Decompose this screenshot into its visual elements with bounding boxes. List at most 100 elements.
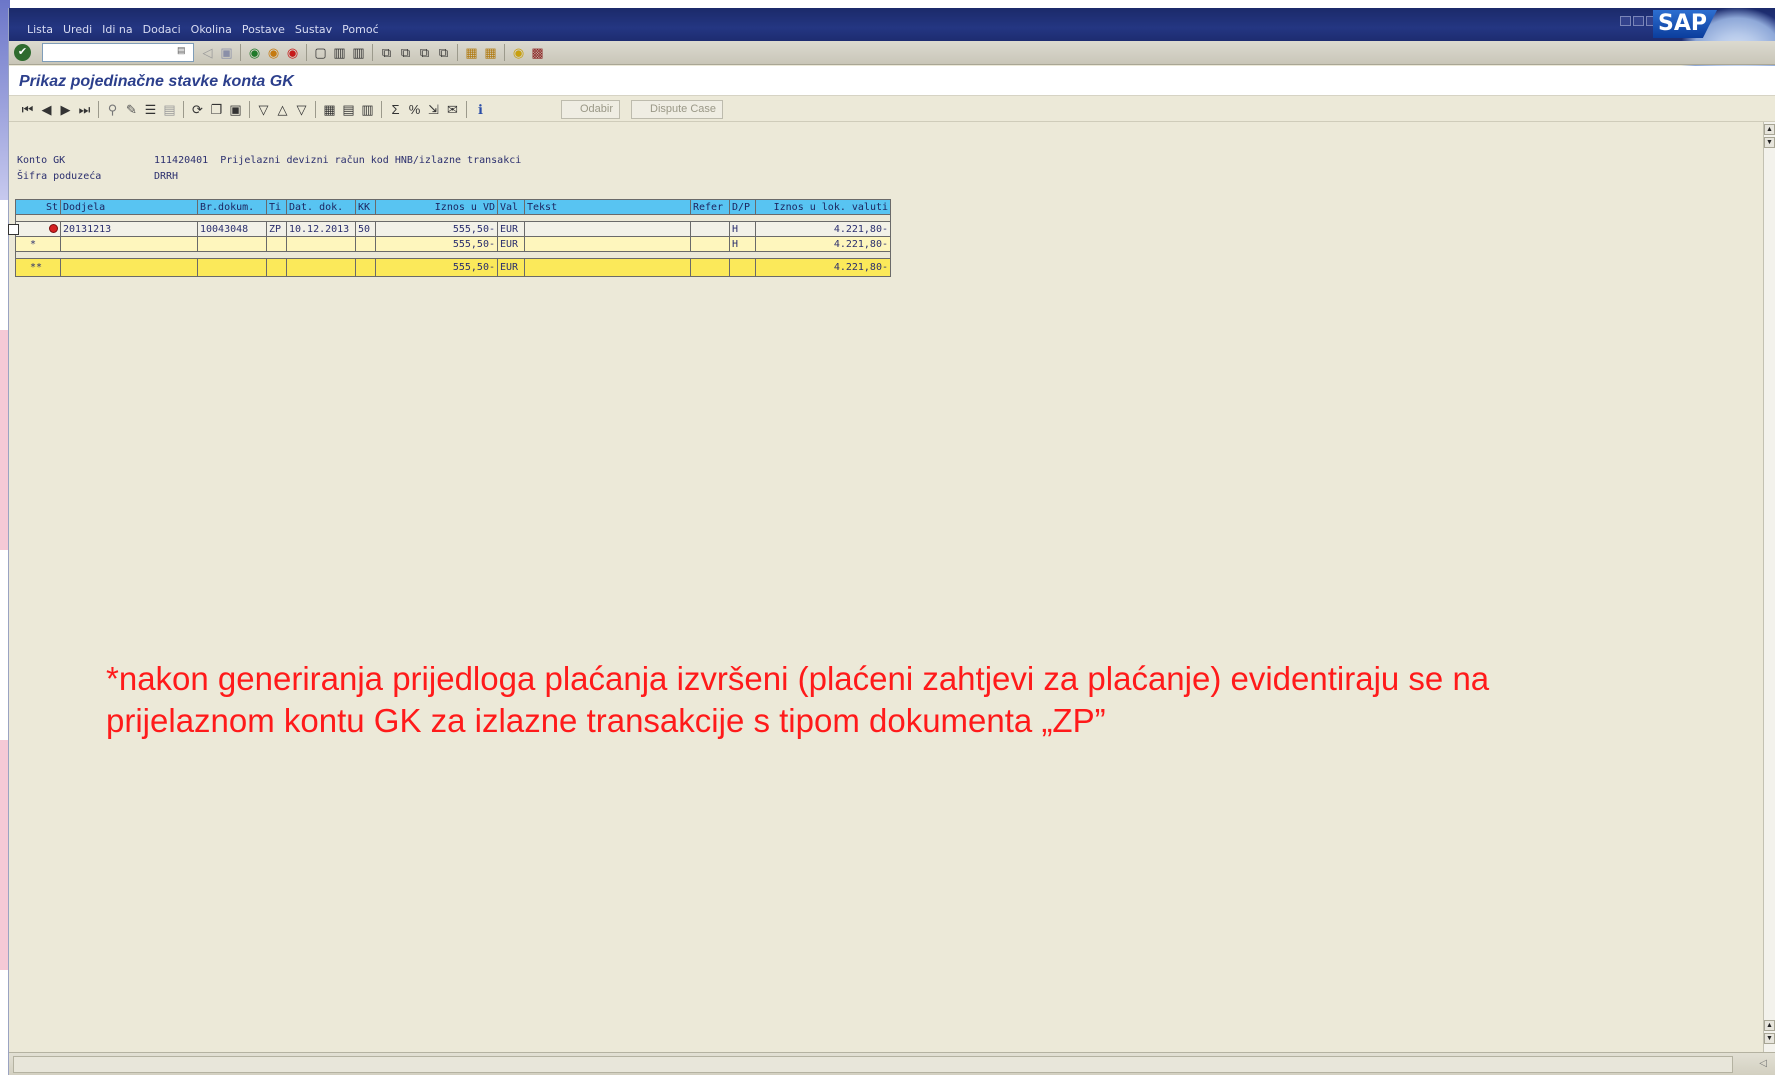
toolbar-separator [98, 101, 99, 118]
back-arrow-icon[interactable]: ◁ [199, 44, 216, 61]
scroll-up-icon[interactable]: ▲ [1764, 124, 1775, 135]
col-amount-local[interactable]: Iznos u lok. valuti [755, 199, 891, 215]
save-icon[interactable]: ▣ [218, 44, 235, 61]
menu-postave[interactable]: Postave [242, 23, 285, 36]
previous-page-icon[interactable]: ⧉ [397, 44, 414, 61]
next-item-icon[interactable]: ▶ [57, 101, 74, 118]
enter-icon[interactable]: ✔ [14, 44, 31, 61]
menu-lista[interactable]: Lista [27, 23, 53, 36]
toolbar-separator [315, 101, 316, 118]
company-code-row: Šifra poduzeća DRRH [17, 171, 178, 182]
toolbar-separator [249, 101, 250, 118]
menu-idi-na[interactable]: Idi na [102, 23, 133, 36]
konto-label: Konto GK [17, 155, 66, 166]
status-message [13, 1056, 1733, 1073]
total-amount-local: 4.221,80- [755, 258, 891, 277]
menu-dodaci[interactable]: Dodaci [143, 23, 181, 36]
information-icon[interactable]: ℹ [472, 101, 489, 118]
find-next-icon[interactable]: ▥ [350, 44, 367, 61]
cell-amount-dc: 555,50- [375, 221, 498, 237]
company-code-label: Šifra poduzeća [17, 171, 102, 182]
filter-icon[interactable]: ▽ [255, 101, 272, 118]
select-layout-icon[interactable]: ▤ [340, 101, 357, 118]
dispute-case-button[interactable]: Dispute Case [631, 100, 724, 119]
menu-pomoc[interactable]: Pomoć [342, 23, 378, 36]
sort-descending-icon[interactable]: ▽ [293, 101, 310, 118]
export-icon[interactable]: ⇲ [425, 101, 442, 118]
back-icon[interactable]: ◉ [246, 44, 263, 61]
slide-frame: Lista Uredi Idi na Dodaci Okolina Postav… [0, 0, 1775, 1075]
next-page-icon[interactable]: ⧉ [416, 44, 433, 61]
cell-text [524, 221, 691, 237]
cell-doc-date: 10.12.2013 [286, 221, 356, 237]
refresh-icon[interactable]: ⟳ [189, 101, 206, 118]
copy-icon[interactable]: ❐ [208, 101, 225, 118]
details-icon[interactable]: ☰ [142, 101, 159, 118]
shortcut-icon[interactable]: ▦ [482, 44, 499, 61]
first-item-icon[interactable]: ⏮ [19, 101, 36, 118]
command-field[interactable] [42, 43, 194, 62]
maximize-icon[interactable] [1633, 16, 1644, 26]
menu-sustav[interactable]: Sustav [295, 23, 332, 36]
cell-doc-number[interactable]: 10043048 [197, 221, 267, 237]
toolbar-separator [466, 101, 467, 118]
info-icon[interactable]: ▣ [227, 101, 244, 118]
col-currency[interactable]: Val [497, 199, 525, 215]
menu-okolina[interactable]: Okolina [191, 23, 232, 36]
save-layout-icon[interactable]: ▥ [359, 101, 376, 118]
find-icon[interactable]: ▥ [331, 44, 348, 61]
col-text[interactable]: Tekst [524, 199, 691, 215]
row-select-checkbox[interactable] [8, 223, 19, 235]
page-down-icon[interactable]: ▲ [1764, 1020, 1775, 1031]
col-amount-dc[interactable]: Iznos u VD [375, 199, 498, 215]
subtotal-icon[interactable]: % [406, 101, 423, 118]
subtotal-debit-credit: H [729, 236, 756, 252]
cancel-icon[interactable]: ◉ [284, 44, 301, 61]
first-page-icon[interactable]: ⧉ [378, 44, 395, 61]
display-icon[interactable]: ⚲ [104, 101, 121, 118]
new-session-icon[interactable]: ▦ [463, 44, 480, 61]
col-reference[interactable]: Refer [690, 199, 730, 215]
previous-item-icon[interactable]: ◀ [38, 101, 55, 118]
slide-annotation: *nakon generiranja prijedloga plaćanja i… [106, 658, 1706, 742]
col-doc-number[interactable]: Br.dokum. [197, 199, 267, 215]
vertical-scrollbar[interactable]: ▲ ▼ ▲ ▼ [1763, 122, 1775, 1060]
select-button-label: Odabir [580, 103, 614, 115]
col-posting-key[interactable]: KK [355, 199, 376, 215]
total-amount-dc: 555,50- [375, 258, 498, 277]
mail-icon[interactable]: ✉ [444, 101, 461, 118]
toolbar-icons-1: ◁ ▣ ◉ ◉ ◉ ▢ ▥ ▥ ⧉ ⧉ ⧉ ⧉ ▦ ▦ ◉ ▩ [199, 44, 546, 61]
col-assignment[interactable]: Dodjela [60, 199, 198, 215]
cell-debit-credit: H [729, 221, 756, 237]
col-doc-type[interactable]: Ti [266, 199, 287, 215]
minimize-icon[interactable] [1620, 16, 1631, 26]
col-debit-credit[interactable]: D/P [729, 199, 756, 215]
col-status[interactable]: St [15, 199, 61, 215]
select-button[interactable]: Odabir [561, 100, 621, 119]
menu-items: Lista Uredi Idi na Dodaci Okolina Postav… [27, 23, 379, 36]
col-doc-date[interactable]: Dat. dok. [286, 199, 356, 215]
table-spacer [15, 251, 891, 259]
help-icon[interactable]: ◉ [510, 44, 527, 61]
last-item-icon[interactable]: ⏭ [76, 101, 93, 118]
command-history-icon[interactable]: ▤ [177, 45, 191, 59]
last-page-icon[interactable]: ⧉ [435, 44, 452, 61]
cell-assignment: 20131213 [60, 221, 198, 237]
resize-grip-icon[interactable]: ◁ [1759, 1058, 1767, 1069]
cell-doc-type: ZP [266, 221, 287, 237]
exit-icon[interactable]: ◉ [265, 44, 282, 61]
menu-uredi[interactable]: Uredi [63, 23, 92, 36]
layout-icon[interactable]: ▦ [321, 101, 338, 118]
change-icon[interactable]: ✎ [123, 101, 140, 118]
layout-menu-icon[interactable]: ▩ [529, 44, 546, 61]
title-bar: Prikaz pojedinačne stavke konta GK [9, 66, 1775, 96]
sum-icon[interactable]: Σ [387, 101, 404, 118]
document-icon[interactable]: ▤ [161, 101, 178, 118]
list-content: Konto GK 111420401 Prijelazni devizni rač… [8, 122, 1764, 1060]
page-title: Prikaz pojedinačne stavke konta GK [19, 73, 294, 90]
table-row[interactable]: 20131213 10043048 ZP 10.12.2013 50 555,5… [8, 221, 891, 237]
scroll-down-icon[interactable]: ▼ [1764, 1033, 1775, 1044]
sort-ascending-icon[interactable]: △ [274, 101, 291, 118]
print-icon[interactable]: ▢ [312, 44, 329, 61]
page-up-icon[interactable]: ▼ [1764, 137, 1775, 148]
